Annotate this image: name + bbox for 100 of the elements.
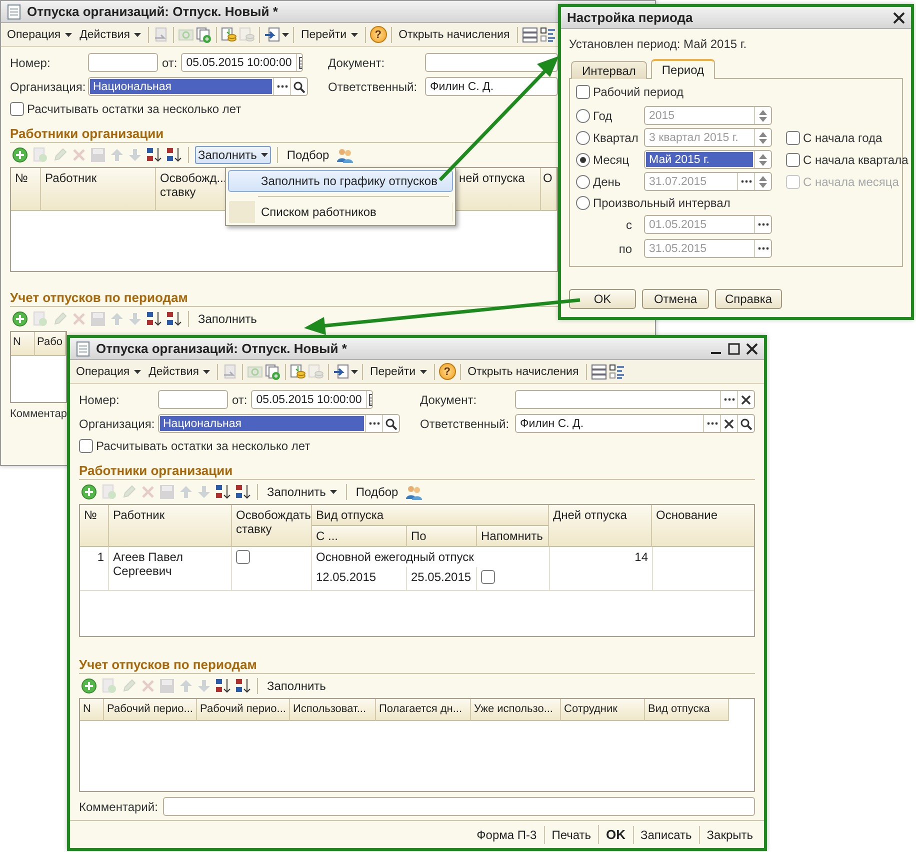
list-icon[interactable] — [590, 364, 607, 380]
responsible-field[interactable]: Филин С. Д. — [425, 77, 558, 96]
number-field[interactable] — [158, 390, 228, 409]
menu-item[interactable]: Заполнить по графику отпусков — [228, 170, 453, 192]
dots-icon[interactable] — [758, 247, 768, 250]
checkbox[interactable] — [236, 550, 250, 564]
sort-icon[interactable] — [146, 311, 162, 327]
help-button[interactable]: ? — [438, 363, 456, 380]
close-icon[interactable] — [746, 342, 758, 354]
operation-menu[interactable]: Операция — [73, 364, 144, 380]
comment-field[interactable] — [162, 797, 755, 816]
spinner-icon[interactable] — [759, 176, 767, 188]
dots-icon[interactable] — [740, 180, 752, 183]
fill-menu-button[interactable]: Заполнить — [264, 483, 340, 501]
document-field[interactable] — [425, 53, 558, 72]
dots-icon[interactable] — [276, 85, 288, 88]
open-accruals-button[interactable]: Открыть начисления — [396, 26, 513, 42]
dots-icon[interactable] — [758, 223, 768, 226]
close-icon[interactable] — [893, 12, 905, 24]
dialog-button[interactable]: OK — [569, 289, 636, 309]
search-icon[interactable] — [740, 418, 752, 430]
import-icon[interactable] — [333, 364, 349, 380]
organization-field[interactable]: Национальная — [158, 414, 400, 433]
checkbox[interactable] — [576, 85, 590, 99]
spinner-icon[interactable] — [759, 132, 767, 144]
pick-button[interactable]: Подбор — [284, 146, 332, 164]
clear-icon[interactable] — [724, 418, 734, 428]
sort-icon[interactable] — [166, 311, 182, 327]
section-title: Учет отпусков по периодам — [79, 657, 755, 674]
add-icon[interactable] — [81, 484, 97, 500]
fill-button[interactable]: Заполнить — [264, 677, 329, 695]
open-accruals-button[interactable]: Открыть начисления — [464, 364, 582, 380]
copy-icon[interactable] — [265, 364, 281, 380]
people-icon[interactable] — [405, 484, 424, 500]
period-field[interactable]: Май 2015 г. — [644, 150, 772, 169]
import-icon[interactable] — [264, 26, 280, 42]
checkbox[interactable] — [79, 439, 93, 453]
spinner-icon[interactable] — [759, 154, 767, 166]
help-button[interactable]: ? — [370, 26, 387, 43]
checkbox[interactable] — [481, 570, 495, 584]
footer-button[interactable]: Записать — [632, 826, 699, 844]
organization-field[interactable]: Национальная — [88, 77, 308, 96]
goto-menu[interactable]: Перейти — [367, 364, 430, 380]
dialog-button[interactable]: Отмена — [642, 289, 709, 309]
checklist-icon[interactable] — [608, 364, 625, 380]
pick-button[interactable]: Подбор — [352, 483, 402, 501]
footer-button[interactable]: OK — [598, 825, 632, 844]
date-field[interactable]: 05.05.2015 10:00:00 — [251, 390, 374, 409]
menu-item[interactable]: Списком работников — [228, 201, 453, 223]
dots-icon[interactable] — [368, 422, 380, 425]
sort-icon[interactable] — [215, 678, 231, 694]
dots-icon[interactable] — [706, 422, 718, 425]
dots-icon[interactable] — [724, 398, 734, 401]
search-icon[interactable] — [385, 418, 397, 430]
sort-icon[interactable] — [146, 147, 162, 163]
radio-button[interactable] — [576, 174, 590, 188]
sort-icon[interactable] — [166, 147, 182, 163]
footer-button[interactable]: Форма П-3 — [470, 826, 544, 844]
coins-icon[interactable] — [290, 364, 306, 380]
spinner-icon[interactable] — [759, 110, 767, 122]
add-icon[interactable] — [12, 147, 28, 163]
footer-button[interactable]: Печать — [544, 826, 598, 844]
tab[interactable]: Период — [650, 59, 715, 79]
number-field[interactable] — [88, 53, 158, 72]
radio-label: Произвольный интервал — [593, 196, 730, 210]
checkbox[interactable] — [10, 102, 24, 116]
sort-icon[interactable] — [235, 484, 251, 500]
list-icon[interactable] — [522, 26, 538, 42]
sort-icon[interactable] — [235, 678, 251, 694]
operation-menu[interactable]: Операция — [4, 26, 75, 42]
fill-button[interactable]: Заполнить — [195, 310, 260, 328]
sort-icon[interactable] — [215, 484, 231, 500]
column-header: Вид отпуска — [312, 505, 549, 526]
maximize-icon[interactable] — [728, 342, 740, 354]
checkbox[interactable] — [786, 152, 800, 166]
field-label: Ответственный: — [420, 416, 510, 430]
clear-icon[interactable] — [741, 394, 751, 404]
actions-menu[interactable]: Действия — [146, 364, 213, 380]
date-field[interactable]: 05.05.2015 10:00:00 — [181, 53, 304, 72]
checkbox[interactable] — [786, 130, 800, 144]
checklist-icon[interactable] — [540, 26, 556, 42]
goto-menu[interactable]: Перейти — [298, 26, 361, 42]
actions-menu[interactable]: Действия — [76, 26, 144, 42]
search-icon[interactable] — [293, 80, 305, 92]
dialog-button[interactable]: Справка — [715, 289, 782, 309]
add-icon[interactable] — [81, 678, 97, 694]
footer-button[interactable]: Закрыть — [698, 826, 760, 844]
fill-menu-button[interactable]: Заполнить — [195, 146, 271, 164]
period-summary: Установлен период: Май 2015 г. — [569, 37, 748, 51]
document-field[interactable] — [515, 390, 755, 409]
add-icon[interactable] — [12, 311, 28, 327]
responsible-field[interactable]: Филин С. Д. — [515, 414, 755, 433]
radio-button[interactable] — [576, 108, 590, 122]
people-icon[interactable] — [336, 147, 354, 163]
copy-icon[interactable] — [196, 26, 212, 42]
tab[interactable]: Интервал — [571, 61, 647, 79]
coins-icon[interactable] — [221, 26, 237, 42]
radio-button[interactable] — [576, 130, 590, 144]
radio-button[interactable] — [576, 152, 590, 166]
radio-button[interactable] — [576, 196, 590, 210]
